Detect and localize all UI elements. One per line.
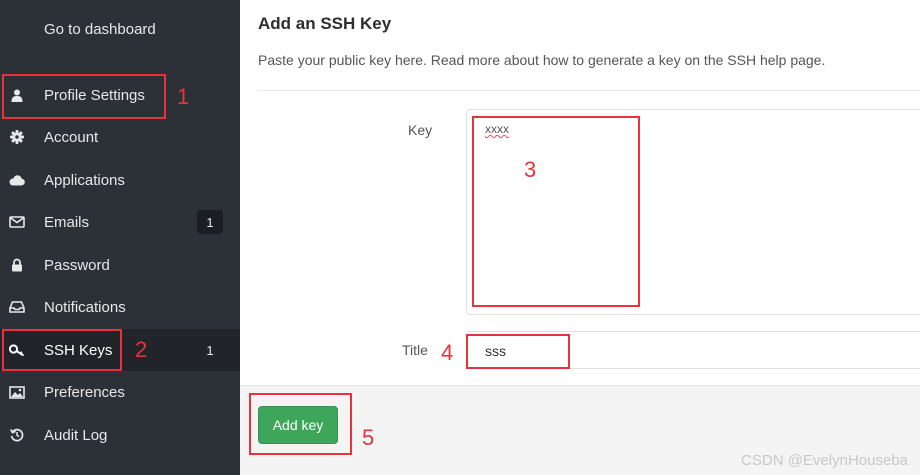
title-label: Title [402,342,428,358]
annotation-box-3 [472,116,640,307]
lock-icon [9,257,25,273]
sidebar-item-label: Go to dashboard [44,20,156,38]
page-title: Add an SSH Key [258,14,392,33]
annotation-number-4: 4 [441,340,454,365]
key-label: Key [408,122,433,138]
sidebar-item-label: Emails [44,213,90,231]
sidebar-item-password[interactable]: Password [0,244,240,286]
inbox-icon [9,299,25,315]
sidebar-item-label: Account [44,128,99,146]
gear-icon [9,129,25,145]
sidebar-item-label: Password [44,256,110,274]
sidebar-item-applications[interactable]: Applications [0,159,240,201]
sidebar-item-label: Preferences [44,383,125,401]
watermark: CSDN @EvelynHouseba [741,452,908,469]
envelope-icon [9,214,25,230]
annotation-box-2 [2,329,122,371]
sidebar-item-account[interactable]: Account [0,116,240,158]
history-icon [9,427,25,443]
annotation-number-1: 1 [177,84,190,109]
image-icon [9,384,25,400]
annotation-number-2: 2 [135,337,148,362]
sidebar-item-preferences[interactable]: Preferences [0,371,240,413]
emails-count-badge: 1 [197,210,223,234]
divider [258,90,920,91]
sidebar-item-label: Notifications [44,298,126,316]
sidebar-item-audit-log[interactable]: Audit Log [0,414,240,456]
sidebar-item-label: Audit Log [44,426,108,444]
annotation-box-1 [2,74,166,119]
annotation-box-4 [466,334,570,369]
cloud-icon [9,172,25,188]
sidebar-item-emails[interactable]: Emails 1 [0,201,240,243]
annotation-box-5 [249,393,352,455]
annotation-number-3: 3 [524,157,537,182]
sidebar-item-go-to-dashboard[interactable]: Go to dashboard [0,8,240,50]
sidebar: Go to dashboard Profile Settings Account… [0,0,240,475]
page-description: Paste your public key here. Read more ab… [258,52,826,68]
sidebar-item-label: Applications [44,171,125,189]
sidebar-item-notifications[interactable]: Notifications [0,286,240,328]
annotation-number-5: 5 [362,425,375,450]
ssh-keys-count-badge: 1 [206,342,214,358]
